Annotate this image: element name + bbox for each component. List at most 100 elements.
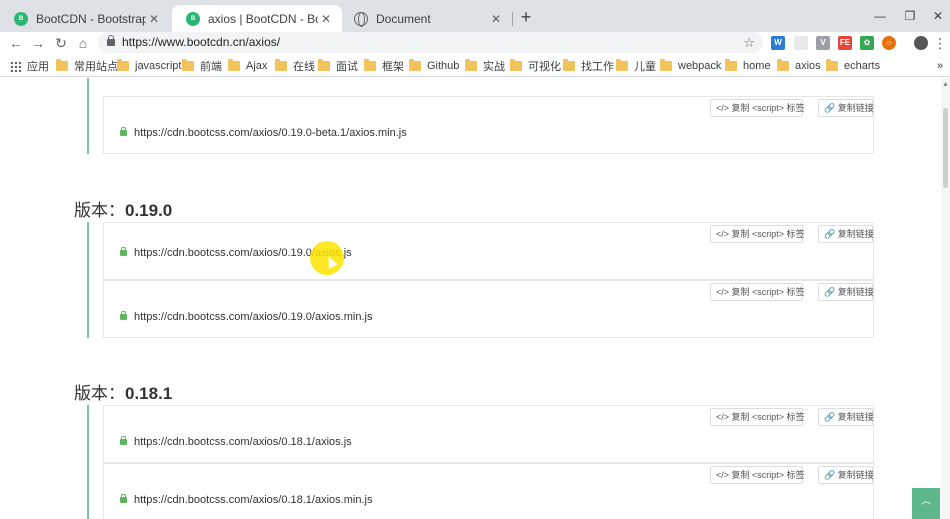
bookmark-folder[interactable]: 可视化 xyxy=(510,58,561,74)
bookmark-apps[interactable]: 应用 xyxy=(10,58,49,74)
lock-icon xyxy=(120,436,127,445)
folder-icon xyxy=(725,59,737,71)
folder-icon xyxy=(117,59,129,71)
back-to-top-button[interactable]: ︿ xyxy=(912,488,940,519)
cdn-row: </> 复制 <script> 标签 🔗 复制链接 https://cdn.bo… xyxy=(103,96,874,154)
bookmark-folder[interactable]: Github xyxy=(409,58,459,74)
bookmark-folder[interactable]: 在线 xyxy=(275,58,315,74)
bookmark-folder[interactable]: home xyxy=(725,58,771,74)
page-content: </> 复制 <script> 标签 🔗 复制链接 https://cdn.bo… xyxy=(0,78,950,519)
folder-icon xyxy=(660,59,672,71)
lock-icon xyxy=(120,494,127,503)
bootcdn-icon: B xyxy=(14,11,28,26)
cdn-row: </> 复制 <script> 标签 🔗 复制链接 https://cdn.bo… xyxy=(103,405,874,463)
cdn-url[interactable]: https://cdn.bootcss.com/axios/0.18.1/axi… xyxy=(120,436,352,448)
folder-icon xyxy=(56,59,68,71)
cdn-row: </> 复制 <script> 标签 🔗 复制链接 https://cdn.bo… xyxy=(103,463,874,519)
tab-bootcdn[interactable]: B BootCDN - Bootstrap 中文网开 ✕ xyxy=(0,5,170,32)
back-icon[interactable]: ← xyxy=(6,32,26,54)
bookmark-folder[interactable]: axios xyxy=(777,58,821,74)
puzzle-extension-icon[interactable]: ✿ xyxy=(860,36,874,50)
folder-icon xyxy=(563,59,575,71)
copy-link-button[interactable]: 🔗 复制链接 xyxy=(818,408,874,426)
copy-script-tag-button[interactable]: </> 复制 <script> 标签 xyxy=(710,99,805,117)
bookmark-folder[interactable]: 面试 xyxy=(318,58,358,74)
folder-icon xyxy=(510,59,522,71)
cdn-url[interactable]: https://cdn.bootcss.com/axios/0.18.1/axi… xyxy=(120,494,372,506)
apps-grid-icon xyxy=(10,60,21,72)
scroll-up-icon[interactable]: ▲ xyxy=(942,81,949,88)
word-extension-icon[interactable]: W xyxy=(771,36,785,50)
copy-script-tag-button[interactable]: </> 复制 <script> 标签 xyxy=(710,466,805,484)
avatar[interactable] xyxy=(914,36,928,50)
chevron-up-icon: ︿ xyxy=(921,496,931,507)
close-icon[interactable]: ✕ xyxy=(488,12,504,26)
bookmark-folder[interactable]: 前端 xyxy=(182,58,222,74)
folder-icon xyxy=(275,59,287,71)
fe-extension-icon[interactable]: FE xyxy=(838,36,852,50)
home-icon[interactable]: ⌂ xyxy=(73,32,93,54)
cdn-row: </> 复制 <script> 标签 🔗 复制链接 https://cdn.bo… xyxy=(103,280,874,338)
folder-icon xyxy=(228,59,240,71)
version-heading: 版本：0.18.1 xyxy=(74,384,173,403)
bookmark-star-icon[interactable]: ☆ xyxy=(743,32,755,53)
copy-link-button[interactable]: 🔗 复制链接 xyxy=(818,283,874,301)
bootcdn-icon: B xyxy=(186,11,200,26)
tab-document[interactable]: Document ✕ xyxy=(340,5,512,32)
copy-script-tag-button[interactable]: </> 复制 <script> 标签 xyxy=(710,225,805,243)
copy-script-tag-button[interactable]: </> 复制 <script> 标签 xyxy=(710,283,805,301)
folder-icon xyxy=(616,59,628,71)
blank-extension-icon[interactable] xyxy=(794,36,808,50)
folder-icon xyxy=(364,59,376,71)
more-bookmarks-icon[interactable]: » xyxy=(937,58,943,74)
folder-icon xyxy=(409,59,421,71)
close-icon[interactable]: ✕ xyxy=(318,12,334,26)
tab-strip: B BootCDN - Bootstrap 中文网开 ✕ B axios | B… xyxy=(0,0,950,32)
address-url: https://www.bootcdn.cn/axios/ xyxy=(122,35,281,49)
address-bar[interactable]: https://www.bootcdn.cn/axios/ ☆ xyxy=(98,32,763,53)
browser-toolbar: ← → ↻ ⌂ https://www.bootcdn.cn/axios/ ☆ … xyxy=(0,32,950,54)
bookmark-folder[interactable]: 实战 xyxy=(465,58,505,74)
lock-icon xyxy=(120,127,127,136)
menu-icon[interactable]: ⋮ xyxy=(933,32,947,54)
copy-link-button[interactable]: 🔗 复制链接 xyxy=(818,466,874,484)
close-icon[interactable]: ✕ xyxy=(146,12,162,26)
version-accent-line xyxy=(87,78,89,154)
scrollbar-thumb[interactable] xyxy=(943,108,948,188)
vue-extension-icon[interactable]: V xyxy=(816,36,830,50)
bookmark-folder[interactable]: 儿童 xyxy=(616,58,656,74)
reload-icon[interactable]: ↻ xyxy=(51,32,71,54)
cdn-url[interactable]: https://cdn.bootcss.com/axios/0.19.0-bet… xyxy=(120,127,407,139)
copy-link-button[interactable]: 🔗 复制链接 xyxy=(818,99,874,117)
maximize-button[interactable]: ❐ xyxy=(898,6,922,26)
bookmark-folder[interactable]: webpack xyxy=(660,58,721,74)
bookmark-folder[interactable]: 找工作 xyxy=(563,58,614,74)
folder-icon xyxy=(182,59,194,71)
version-heading: 版本：0.19.0 xyxy=(74,201,173,220)
bookmark-folder[interactable]: Ajax xyxy=(228,58,267,74)
copy-link-button[interactable]: 🔗 复制链接 xyxy=(818,225,874,243)
tab-axios[interactable]: B axios | BootCDN - Bootstrap 中 ✕ xyxy=(172,5,342,32)
lock-icon xyxy=(107,35,115,46)
orange-extension-icon[interactable]: ○ xyxy=(882,36,896,50)
minimize-button[interactable]: — xyxy=(868,6,892,26)
folder-icon xyxy=(826,59,838,71)
bookmark-folder[interactable]: javascript xyxy=(117,58,181,74)
bookmarks-bar: 应用 常用站点 javascript 前端 Ajax 在线 面试 框架 Gith… xyxy=(0,54,950,77)
tab-divider xyxy=(512,12,513,26)
new-tab-button[interactable]: + xyxy=(516,7,536,27)
version-accent-line xyxy=(87,405,89,519)
version-accent-line xyxy=(87,222,89,338)
forward-icon[interactable]: → xyxy=(28,32,48,54)
folder-icon xyxy=(777,59,789,71)
bookmark-folder[interactable]: 常用站点 xyxy=(56,58,118,74)
cdn-row: </> 复制 <script> 标签 🔗 复制链接 https://cdn.bo… xyxy=(103,222,874,280)
copy-script-tag-button[interactable]: </> 复制 <script> 标签 xyxy=(710,408,805,426)
cdn-url[interactable]: https://cdn.bootcss.com/axios/0.19.0/axi… xyxy=(120,311,372,323)
globe-icon xyxy=(354,11,368,27)
scrollbar[interactable]: ▲ xyxy=(941,78,950,519)
folder-icon xyxy=(318,59,330,71)
bookmark-folder[interactable]: 框架 xyxy=(364,58,404,74)
bookmark-folder[interactable]: echarts xyxy=(826,58,880,74)
window-close-button[interactable]: ✕ xyxy=(926,6,950,26)
